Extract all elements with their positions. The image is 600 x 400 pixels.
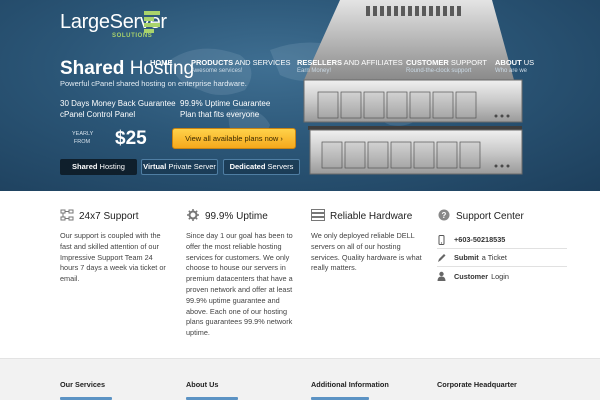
features-section: 24x7 Support Our support is coupled with… bbox=[0, 191, 600, 358]
nav-support-label: SUPPORT bbox=[448, 58, 487, 67]
column-support-center-title: Support Center bbox=[456, 211, 524, 222]
price-label-yearly: YEARLY bbox=[72, 131, 94, 137]
column-hardware-title: Reliable Hardware bbox=[330, 211, 413, 222]
tab-virtual-private-server[interactable]: Virtual Private Server bbox=[141, 159, 218, 175]
feature-uptime: 99.9% Uptime Guarantee bbox=[180, 99, 271, 108]
nav-products-sub: Awesome services! bbox=[191, 68, 243, 74]
phone-icon bbox=[438, 234, 445, 245]
footer-heading-services: Our Services bbox=[60, 380, 106, 389]
footer-heading-headquarter: Corporate Headquarter bbox=[437, 380, 517, 389]
question-icon: ? bbox=[438, 209, 450, 221]
nav-about-sub: Who are we bbox=[495, 68, 528, 74]
footer-heading-about: About Us bbox=[186, 380, 219, 389]
column-support-center-heading: ? Support Center bbox=[437, 209, 567, 223]
column-hardware-text: We only deployed reliable DELL servers o… bbox=[311, 231, 422, 273]
price-label: YEARLY FROM bbox=[72, 130, 94, 146]
column-uptime: 99.9% Uptime Since day 1 our goal has be… bbox=[186, 209, 298, 339]
column-hardware: Reliable Hardware We only deployed relia… bbox=[311, 209, 423, 274]
nav-support[interactable]: CUSTOMER SUPPORT Round-the-clock support bbox=[406, 58, 487, 74]
feature-plan: Plan that fits everyone bbox=[180, 110, 260, 119]
tab-dedicated-bold: Dedicated bbox=[229, 162, 266, 171]
tab-dedicated-label: Servers bbox=[265, 162, 294, 171]
tab-shared-bold: Shared bbox=[72, 162, 98, 171]
support-customer-bold: Customer bbox=[454, 271, 489, 281]
svg-text:?: ? bbox=[442, 211, 447, 220]
tab-shared-hosting[interactable]: Shared Hosting bbox=[60, 159, 137, 175]
hero-title-light: Hosting bbox=[124, 58, 195, 79]
footer-heading-additional: Additional Information bbox=[311, 380, 389, 389]
footer: Our Services About Us Additional Informa… bbox=[0, 358, 600, 400]
main-nav: HOME PRODUCTS AND SERVICES Awesome servi… bbox=[150, 58, 590, 78]
nav-products[interactable]: PRODUCTS AND SERVICES Awesome services! bbox=[191, 58, 290, 74]
column-hardware-heading: Reliable Hardware bbox=[311, 209, 423, 223]
support-center-list: +603-50218535 Submit a Ticket Customer Log… bbox=[437, 231, 567, 285]
logo-mark-icon bbox=[144, 11, 160, 33]
column-uptime-text: Since day 1 our goal has been to offer t… bbox=[186, 231, 293, 338]
price-amount: $25 bbox=[115, 128, 147, 149]
nav-products-label: AND SERVICES bbox=[233, 58, 291, 67]
support-customer-rest: Login bbox=[491, 271, 509, 281]
hero-title: Shared Hosting bbox=[60, 58, 194, 80]
nav-about-label-bold: ABOUT bbox=[495, 58, 522, 67]
server-icon bbox=[311, 209, 325, 221]
nav-products-label-bold: PRODUCTS bbox=[191, 58, 234, 67]
column-uptime-heading: 99.9% Uptime bbox=[186, 209, 298, 223]
nav-resellers-sub: Earn Money! bbox=[297, 68, 332, 74]
support-submit-rest: a Ticket bbox=[481, 253, 507, 262]
column-support-center: ? Support Center bbox=[437, 209, 567, 223]
feature-money-back: 30 Days Money Back Guarantee bbox=[60, 99, 176, 108]
nav-support-label-bold: CUSTOMER bbox=[406, 58, 449, 67]
pencil-icon bbox=[438, 253, 446, 262]
hero-tagline: Powerful cPanel shared hosting on enterp… bbox=[60, 79, 247, 88]
support-phone[interactable]: +603-50218535 bbox=[437, 231, 567, 249]
column-support-heading: 24x7 Support bbox=[60, 209, 172, 223]
feature-cpanel: cPanel Control Panel bbox=[60, 110, 136, 119]
nav-resellers-label-bold: RESELLERS bbox=[297, 58, 343, 67]
price-label-from: FROM bbox=[73, 139, 91, 145]
hero-title-bold: Shared bbox=[60, 58, 125, 79]
nav-resellers[interactable]: RESELLERS AND AFFILIATES Earn Money! bbox=[297, 58, 403, 74]
support-phone-number: +603-50218535 bbox=[454, 235, 506, 244]
nav-about[interactable]: ABOUT US Who are we bbox=[495, 58, 534, 74]
tab-virtual-bold: Virtual bbox=[143, 162, 167, 171]
nav-support-sub: Round-the-clock support bbox=[406, 68, 472, 74]
column-support: 24x7 Support Our support is coupled with… bbox=[60, 209, 172, 285]
support-customer-login[interactable]: Customer Login bbox=[437, 267, 567, 285]
logo-subtext: SOLUTIONS bbox=[112, 33, 153, 39]
nav-resellers-label: AND AFFILIATES bbox=[342, 58, 403, 67]
tab-shared-label: Hosting bbox=[97, 162, 125, 171]
network-icon bbox=[60, 209, 74, 221]
column-support-title: 24x7 Support bbox=[79, 211, 139, 222]
server-rack-graphic bbox=[296, 0, 536, 191]
view-plans-button[interactable]: View all available plans now › bbox=[172, 128, 296, 149]
gear-icon bbox=[187, 209, 199, 221]
nav-about-label: US bbox=[521, 58, 535, 67]
tab-virtual-label: Private Server bbox=[166, 162, 216, 171]
column-support-text: Our support is coupled with the fast and… bbox=[60, 231, 166, 284]
tab-dedicated-servers[interactable]: Dedicated Servers bbox=[223, 159, 300, 175]
hero-banner: LargeServer SOLUTIONS HOME PRODUCTS AND … bbox=[0, 0, 600, 191]
user-icon bbox=[437, 271, 446, 281]
support-submit-ticket[interactable]: Submit a Ticket bbox=[437, 249, 567, 267]
support-submit-bold: Submit bbox=[454, 253, 479, 262]
column-uptime-title: 99.9% Uptime bbox=[205, 211, 268, 222]
